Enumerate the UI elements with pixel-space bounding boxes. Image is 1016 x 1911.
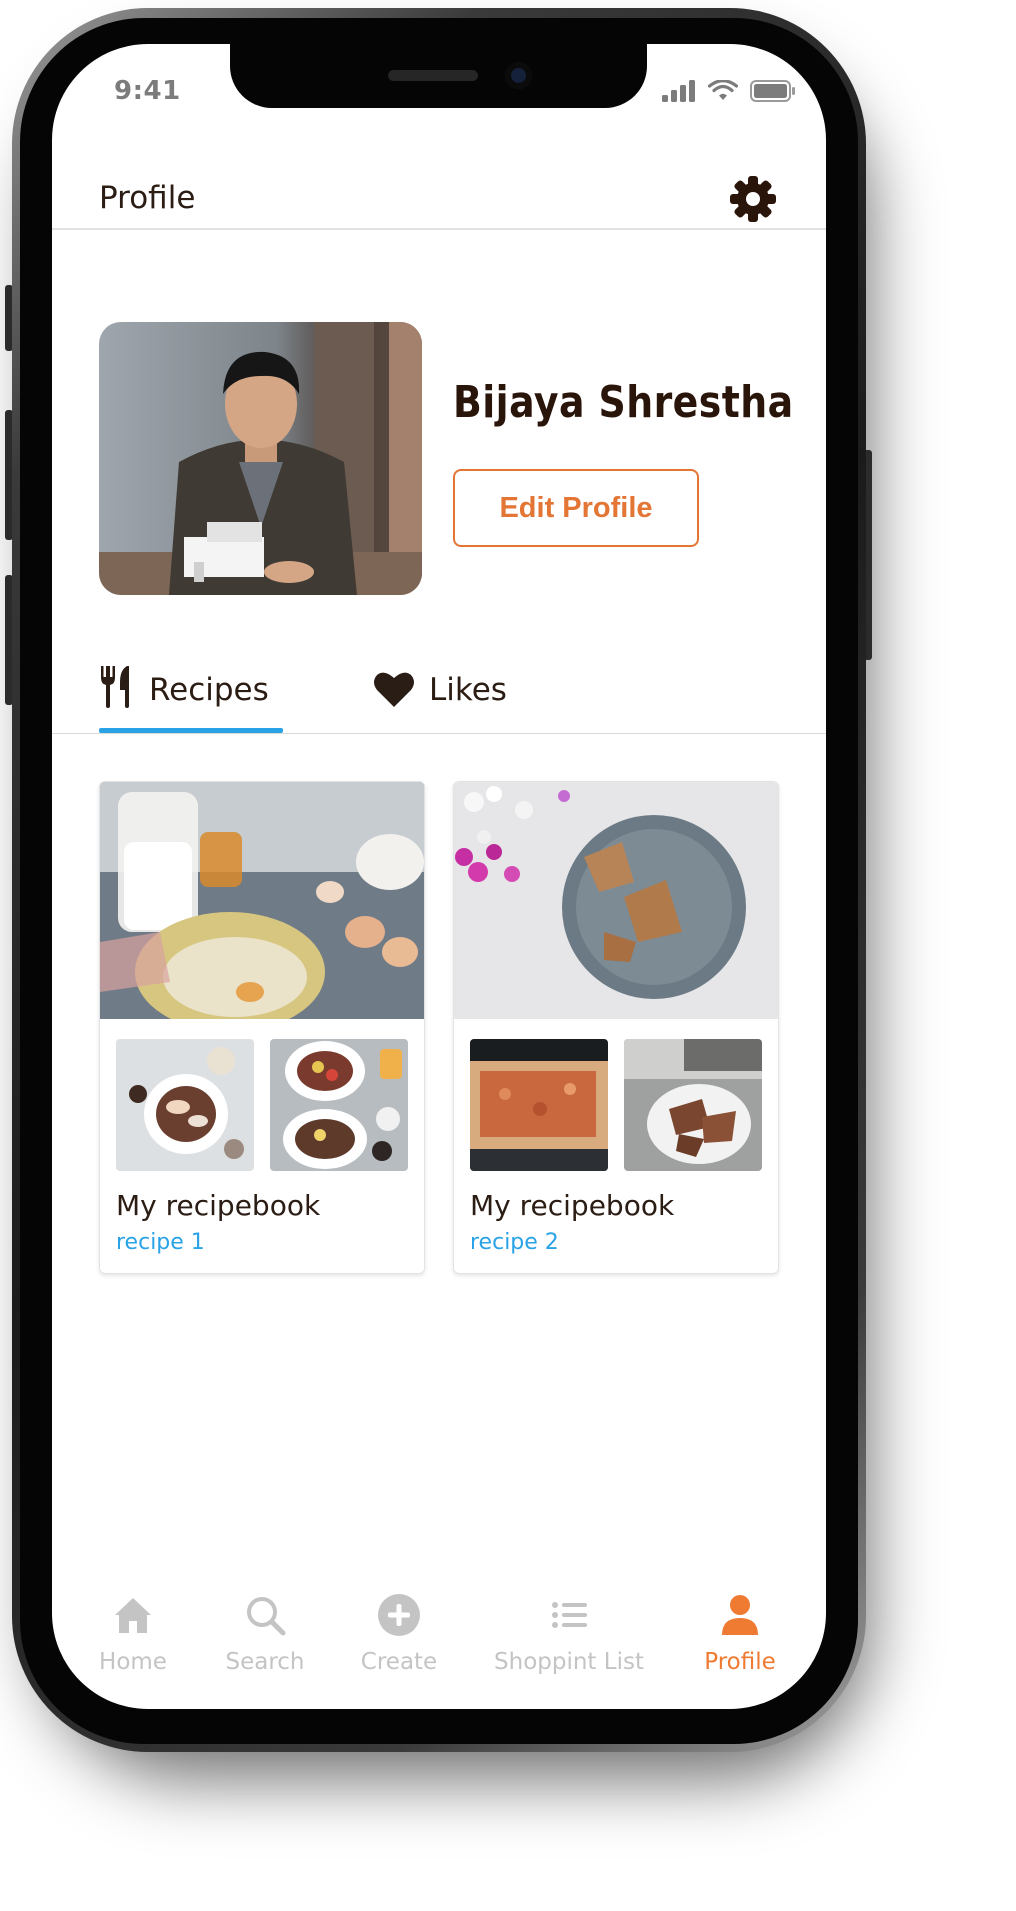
nav-home-label: Home: [99, 1649, 167, 1675]
cellular-signal-icon: [662, 80, 695, 102]
bottom-navigation: Home Search Create Shoppint List Profile: [52, 1593, 826, 1703]
recipe-thumbnail: [470, 1039, 608, 1171]
list-icon: [552, 1602, 587, 1628]
user-name: Bijaya Shrestha: [453, 377, 794, 428]
recipebook-card[interactable]: My recipebook recipe 2: [453, 781, 779, 1274]
tab-likes[interactable]: Likes: [373, 664, 523, 736]
card-hero-image: [100, 782, 424, 1032]
card-subtitle: recipe 1: [116, 1230, 205, 1255]
front-camera: [505, 62, 532, 89]
heart-icon: [374, 672, 414, 707]
active-tab-indicator: [99, 728, 283, 733]
tab-likes-label: Likes: [429, 672, 507, 708]
tab-recipes-label: Recipes: [149, 672, 269, 708]
recipe-thumbnail: [116, 1039, 254, 1171]
tabs-divider: [52, 733, 826, 734]
recipebook-card[interactable]: My recipebook recipe 1: [99, 781, 425, 1274]
gear-icon: [730, 176, 776, 222]
home-icon: [115, 1598, 151, 1633]
nav-home[interactable]: Home: [58, 1593, 208, 1675]
nav-create-label: Create: [360, 1649, 438, 1675]
nav-search-label: Search: [225, 1649, 305, 1675]
card-subtitle: recipe 2: [470, 1230, 559, 1255]
app-screen: 9:41 Profile Bijaya Shrestha Edit Profil…: [52, 44, 826, 1709]
nav-profile[interactable]: Profile: [665, 1593, 815, 1675]
page-title: Profile: [99, 180, 196, 216]
edit-profile-button[interactable]: Edit Profile: [453, 469, 699, 547]
status-time: 9:41: [114, 76, 181, 106]
tab-recipes[interactable]: Recipes: [99, 664, 283, 736]
speaker-grille: [388, 70, 478, 81]
card-title: My recipebook: [470, 1189, 675, 1222]
plus-circle-icon: [378, 1594, 420, 1636]
card-hero-image: [454, 782, 778, 1019]
settings-button[interactable]: [728, 174, 778, 224]
profile-tabs: Recipes Likes: [52, 664, 826, 736]
nav-create[interactable]: Create: [324, 1593, 474, 1675]
header-divider: [52, 228, 826, 230]
nav-search[interactable]: Search: [190, 1593, 340, 1675]
fork-knife-icon: [101, 666, 129, 708]
person-icon: [722, 1595, 758, 1635]
nav-shopping-list-label: Shoppint List: [494, 1649, 644, 1675]
nav-shopping-list[interactable]: Shoppint List: [494, 1593, 644, 1675]
recipe-thumbnail: [624, 1039, 762, 1171]
search-icon: [247, 1597, 286, 1636]
nav-profile-label: Profile: [704, 1649, 776, 1675]
wifi-icon: [708, 80, 738, 100]
recipe-thumbnail: [270, 1039, 408, 1171]
avatar: [99, 322, 422, 595]
app-header: Profile: [52, 174, 826, 224]
notch: [230, 44, 647, 108]
card-title: My recipebook: [116, 1189, 321, 1222]
battery-icon: [750, 80, 795, 102]
status-icons: [662, 80, 796, 102]
